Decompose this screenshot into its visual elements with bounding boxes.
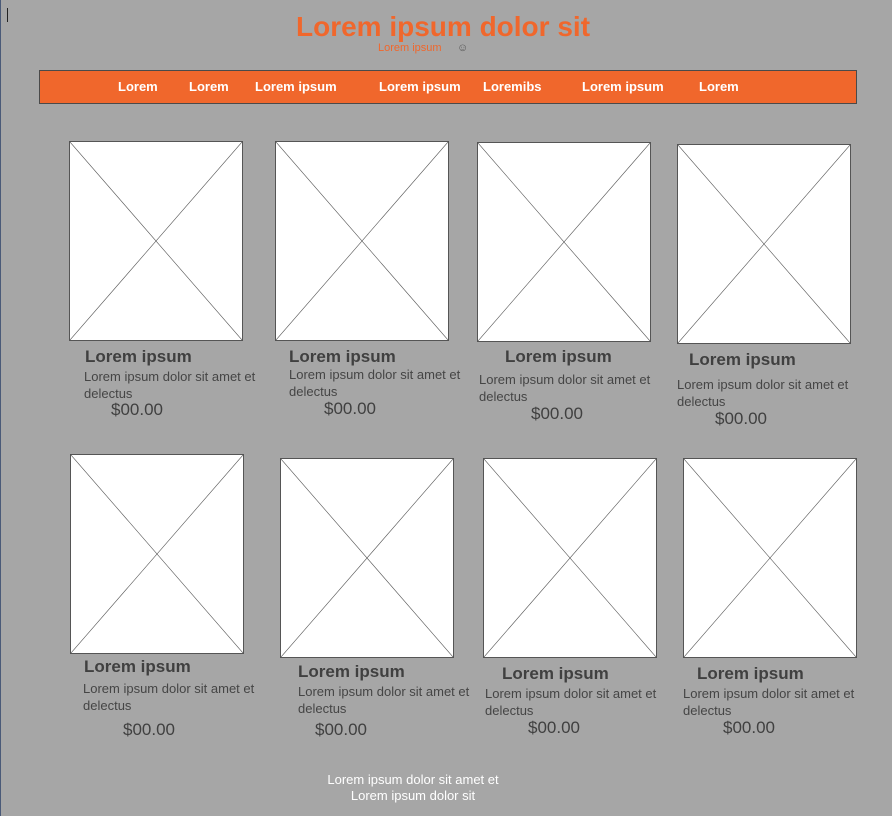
product-image-7[interactable] — [483, 458, 657, 658]
product-image-4[interactable] — [677, 144, 851, 344]
image-placeholder-icon — [276, 142, 448, 340]
product-price-8: $00.00 — [723, 718, 775, 737]
footer: Lorem ipsum dolor sit amet et Lorem ipsu… — [0, 772, 826, 804]
image-placeholder-icon — [484, 459, 656, 657]
product-image-3[interactable] — [477, 142, 651, 342]
product-image-6[interactable] — [280, 458, 454, 658]
image-placeholder-icon — [678, 145, 850, 343]
nav-item-4[interactable]: Lorem ipsum — [379, 79, 461, 94]
product-price-4: $00.00 — [715, 409, 767, 428]
product-name-5[interactable]: Lorem ipsum — [84, 657, 191, 677]
footer-line-1: Lorem ipsum dolor sit amet et — [327, 772, 499, 787]
nav-item-3[interactable]: Lorem ipsum — [255, 79, 337, 94]
product-name-2[interactable]: Lorem ipsum — [289, 347, 396, 367]
nav-item-2[interactable]: Lorem — [189, 79, 229, 94]
image-placeholder-icon — [281, 459, 453, 657]
product-description-1: Lorem ipsum dolor sit amet et delectus — [84, 369, 256, 401]
product-description-5: Lorem ipsum dolor sit amet et delectus — [83, 681, 255, 713]
product-price-1: $00.00 — [111, 400, 163, 419]
product-description-6: Lorem ipsum dolor sit amet et delectus — [298, 684, 470, 716]
product-price-7: $00.00 — [528, 718, 580, 737]
page-subtitle: Lorem ipsum — [378, 42, 442, 54]
image-placeholder-icon — [71, 455, 243, 653]
product-name-7[interactable]: Lorem ipsum — [502, 664, 609, 684]
product-image-8[interactable] — [683, 458, 857, 658]
nav-item-6[interactable]: Lorem ipsum — [582, 79, 664, 94]
footer-line-2: Lorem ipsum dolor sit — [350, 788, 476, 803]
image-placeholder-icon — [70, 142, 242, 340]
nav-item-1[interactable]: Lorem — [118, 79, 158, 94]
product-description-7: Lorem ipsum dolor sit amet et delectus — [485, 686, 657, 718]
product-description-3: Lorem ipsum dolor sit amet et delectus — [479, 372, 651, 404]
image-placeholder-icon — [478, 143, 650, 341]
product-image-2[interactable] — [275, 141, 449, 341]
product-name-4[interactable]: Lorem ipsum — [689, 350, 796, 370]
product-image-5[interactable] — [70, 454, 244, 654]
nav-item-7[interactable]: Lorem — [699, 79, 739, 94]
nav-item-5[interactable]: Loremibs — [483, 79, 542, 94]
product-name-6[interactable]: Lorem ipsum — [298, 662, 405, 682]
image-placeholder-icon — [684, 459, 856, 657]
product-price-6: $00.00 — [315, 720, 367, 739]
product-image-1[interactable] — [69, 141, 243, 341]
page: Lorem ipsum dolor sit Lorem ipsum ☺ Lore… — [0, 0, 892, 816]
product-name-8[interactable]: Lorem ipsum — [697, 664, 804, 684]
smiley-icon: ☺ — [457, 42, 469, 54]
product-description-8: Lorem ipsum dolor sit amet et delectus — [683, 686, 855, 718]
product-description-2: Lorem ipsum dolor sit amet et delectus — [289, 367, 461, 399]
page-title: Lorem ipsum dolor sit — [295, 11, 591, 42]
product-price-2: $00.00 — [324, 399, 376, 418]
product-description-4: Lorem ipsum dolor sit amet et delectus — [677, 377, 849, 409]
product-name-3[interactable]: Lorem ipsum — [505, 347, 612, 367]
product-name-1[interactable]: Lorem ipsum — [85, 347, 192, 367]
product-price-5: $00.00 — [123, 720, 175, 739]
window-edge — [0, 0, 1, 816]
product-price-3: $00.00 — [531, 404, 583, 423]
nav-bar: Lorem Lorem Lorem ipsum Lorem ipsum Lore… — [39, 70, 857, 104]
